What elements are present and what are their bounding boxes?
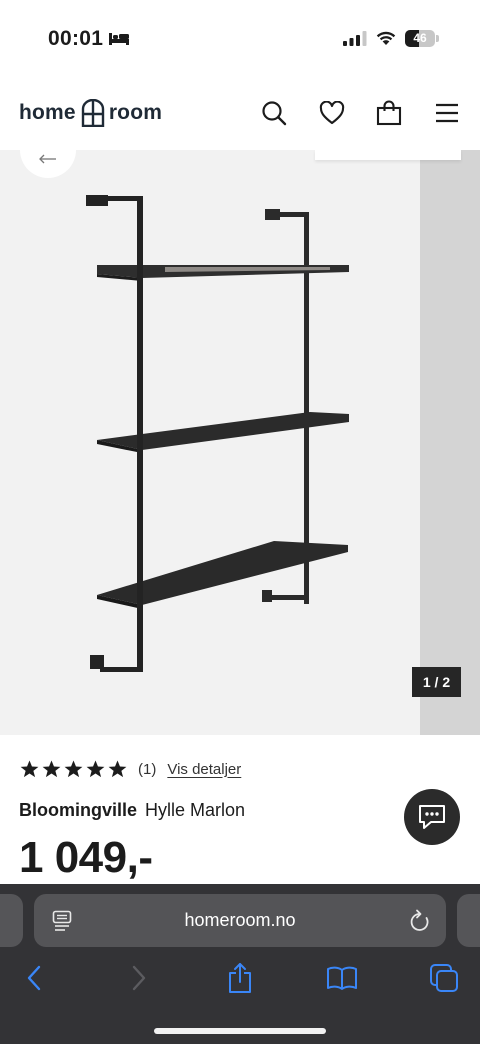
- image-counter: 1 / 2: [412, 667, 461, 697]
- product-title: Bloomingville Hylle Marlon: [19, 800, 245, 821]
- share-icon[interactable]: [222, 960, 258, 996]
- previous-tab-preview[interactable]: [0, 894, 23, 947]
- chat-button[interactable]: [404, 789, 460, 845]
- forward-icon[interactable]: [121, 960, 157, 996]
- star-icon: [108, 760, 127, 778]
- cellular-signal-icon: [343, 31, 367, 46]
- home-indicator: [154, 1028, 326, 1034]
- bed-icon: [109, 33, 129, 45]
- search-icon[interactable]: [259, 98, 289, 128]
- next-tab-preview[interactable]: [457, 894, 480, 947]
- wifi-icon: [376, 31, 396, 45]
- next-image-preview[interactable]: [420, 150, 480, 735]
- dropdown-card-edge: [315, 150, 461, 160]
- product-info: (1) Vis detaljer Bloomingville Hylle Marl…: [0, 735, 480, 885]
- details-link[interactable]: Vis detaljer: [167, 761, 241, 778]
- product-image-wall-shelf: [86, 195, 349, 672]
- heart-icon[interactable]: [317, 98, 347, 128]
- tabs-icon[interactable]: [426, 960, 462, 996]
- site-header: home room: [0, 78, 480, 150]
- chat-icon: [419, 805, 445, 829]
- address-bar[interactable]: homeroom.no: [34, 894, 446, 947]
- star-icon: [42, 760, 61, 778]
- product-image-gallery[interactable]: 1 / 2: [0, 150, 480, 735]
- arrow-left-icon: [39, 154, 56, 164]
- menu-icon[interactable]: [432, 98, 462, 128]
- product-price: 1 049,-: [19, 833, 153, 882]
- battery-icon: 46: [405, 30, 439, 47]
- logo-text-room: room: [108, 101, 163, 124]
- product-brand: Bloomingville: [19, 800, 138, 820]
- logo-door-icon: [81, 99, 105, 127]
- star-icon: [20, 760, 39, 778]
- status-bar: 00:01 46: [0, 0, 480, 78]
- bag-icon[interactable]: [374, 98, 404, 128]
- browser-bottom-bar: homeroom.no: [0, 884, 480, 1044]
- bookmarks-icon[interactable]: [324, 960, 360, 996]
- rating-row: (1) Vis detaljer: [20, 760, 241, 778]
- url-text: homeroom.no: [184, 910, 296, 930]
- star-rating: [20, 760, 130, 778]
- status-time: 00:01: [48, 27, 104, 50]
- battery-percent: 46: [413, 31, 427, 45]
- browser-toolbar: [0, 960, 480, 996]
- review-count: (1): [138, 760, 157, 778]
- star-icon: [86, 760, 105, 778]
- logo-text-home: home: [19, 101, 76, 124]
- product-name: Hylle Marlon: [145, 800, 246, 820]
- star-icon: [64, 760, 83, 778]
- reload-icon[interactable]: [409, 909, 431, 933]
- homeroom-logo[interactable]: home room: [19, 98, 162, 128]
- back-icon[interactable]: [16, 960, 52, 996]
